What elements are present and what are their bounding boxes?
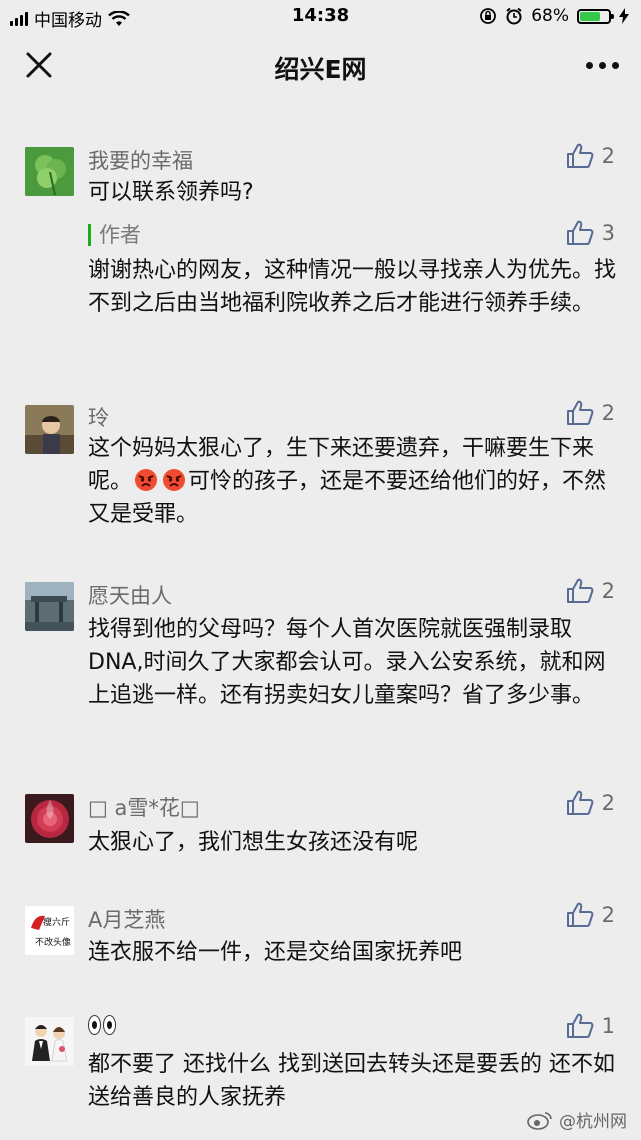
author-reply-text: 谢谢热心的网友，这种情况一般以寻找亲人为优先。找不到之后由当地福利院收养之后才能…: [88, 258, 617, 316]
comment-item: 瘦六斤 不改头像 A月芝燕 2 连衣服不给一件，还是交给国家抚养吧: [0, 902, 641, 982]
thumbs-up-icon: [566, 1013, 594, 1038]
like-count: 2: [601, 401, 615, 425]
watermark-text: @杭州网: [559, 1112, 627, 1132]
status-bar: 中国移动 14:38 68%: [0, 0, 641, 34]
like-count: 3: [601, 221, 615, 245]
weibo-logo-icon: [527, 1111, 552, 1130]
comment-item: 愿天由人 2 找得到他的父母吗？每个人首次医院就医强制录取DNA,时间久了大家都…: [0, 578, 641, 768]
nickname[interactable]: 我要的幸福: [88, 145, 193, 175]
avatar-caption-bottom: 不改头像: [35, 938, 72, 948]
nickname[interactable]: A月芝燕: [88, 904, 165, 934]
like-count: 2: [601, 791, 615, 815]
nickname-emoji[interactable]: [88, 1015, 116, 1040]
angry-face-icon: [135, 469, 158, 491]
like-button[interactable]: 2: [566, 578, 615, 604]
comment-item: □ a雪*花□ 2 太狠心了，我们想生女孩还没有呢: [0, 790, 641, 870]
like-count: 1: [601, 1014, 615, 1038]
avatar[interactable]: [25, 794, 74, 843]
comment-text: 都不要了 还找什么 找到送回去转头还是要丢的 还不如送给善良的人家抚养: [88, 1052, 615, 1110]
like-button[interactable]: 2: [566, 143, 615, 169]
charging-bolt-icon: [619, 8, 629, 24]
page-title: 绍兴E网: [274, 55, 367, 84]
alarm-icon: [506, 7, 522, 25]
thumbs-up-icon: [566, 578, 594, 603]
thumbs-up-icon: [566, 220, 594, 245]
nickname[interactable]: 玲: [88, 402, 109, 432]
avatar[interactable]: [25, 405, 74, 454]
angry-face-icon: [163, 469, 186, 491]
comment-text: 这个妈妈太狠心了，生下来还要遗弃，干嘛要生下来呢。 可怜的孩子，还是不要还给他们的…: [88, 432, 616, 531]
nav-bar: 绍兴E网: [0, 34, 641, 100]
eyes-emoji-icon: [88, 1015, 116, 1035]
like-count: 2: [601, 579, 615, 603]
avatar[interactable]: [25, 582, 74, 631]
comment-text: 找得到他的父母吗？每个人首次医院就医强制录取DNA,时间久了大家都会认可。录入公…: [88, 617, 606, 708]
avatar[interactable]: 瘦六斤 不改头像: [25, 906, 74, 955]
like-button[interactable]: 2: [566, 790, 615, 816]
comment-text: 太狠心了，我们想生女孩还没有呢: [88, 830, 419, 855]
like-count: 2: [601, 144, 615, 168]
thumbs-up-icon: [566, 143, 594, 168]
comment-item: 玲 2 这个妈妈太狠心了，生下来还要遗弃，干嘛要生下来呢。 可怜的孩子，还是不要还…: [0, 398, 641, 548]
thumbs-up-icon: [566, 902, 594, 927]
avatar-caption-top: 瘦六斤: [43, 918, 71, 928]
nickname[interactable]: 愿天由人: [88, 580, 172, 610]
like-button[interactable]: 2: [566, 400, 615, 426]
battery-icon: [577, 8, 614, 24]
like-count: 2: [601, 903, 615, 927]
more-options-icon[interactable]: [586, 62, 619, 69]
like-button[interactable]: 1: [566, 1013, 615, 1039]
like-button[interactable]: 2: [566, 902, 615, 928]
comment-item: 我要的幸福 2 可以联系领养吗? 作者 3 谢谢热心的网友，这种情况一般以寻找亲…: [0, 140, 641, 360]
weibo-watermark: @杭州网: [527, 1107, 627, 1132]
battery-percent: 68%: [531, 6, 569, 26]
avatar[interactable]: [25, 147, 74, 196]
thumbs-up-icon: [566, 400, 594, 425]
author-reply-like-button[interactable]: 3: [566, 220, 615, 246]
avatar[interactable]: [25, 1017, 74, 1066]
nickname[interactable]: □ a雪*花□: [88, 792, 200, 822]
comment-text: 可以联系领养吗?: [88, 180, 254, 205]
orientation-lock-icon: [480, 8, 497, 24]
author-reply-tag: 作者: [88, 224, 141, 246]
thumbs-up-icon: [566, 790, 594, 815]
comment-text: 连衣服不给一件，还是交给国家抚养吧: [88, 940, 463, 965]
